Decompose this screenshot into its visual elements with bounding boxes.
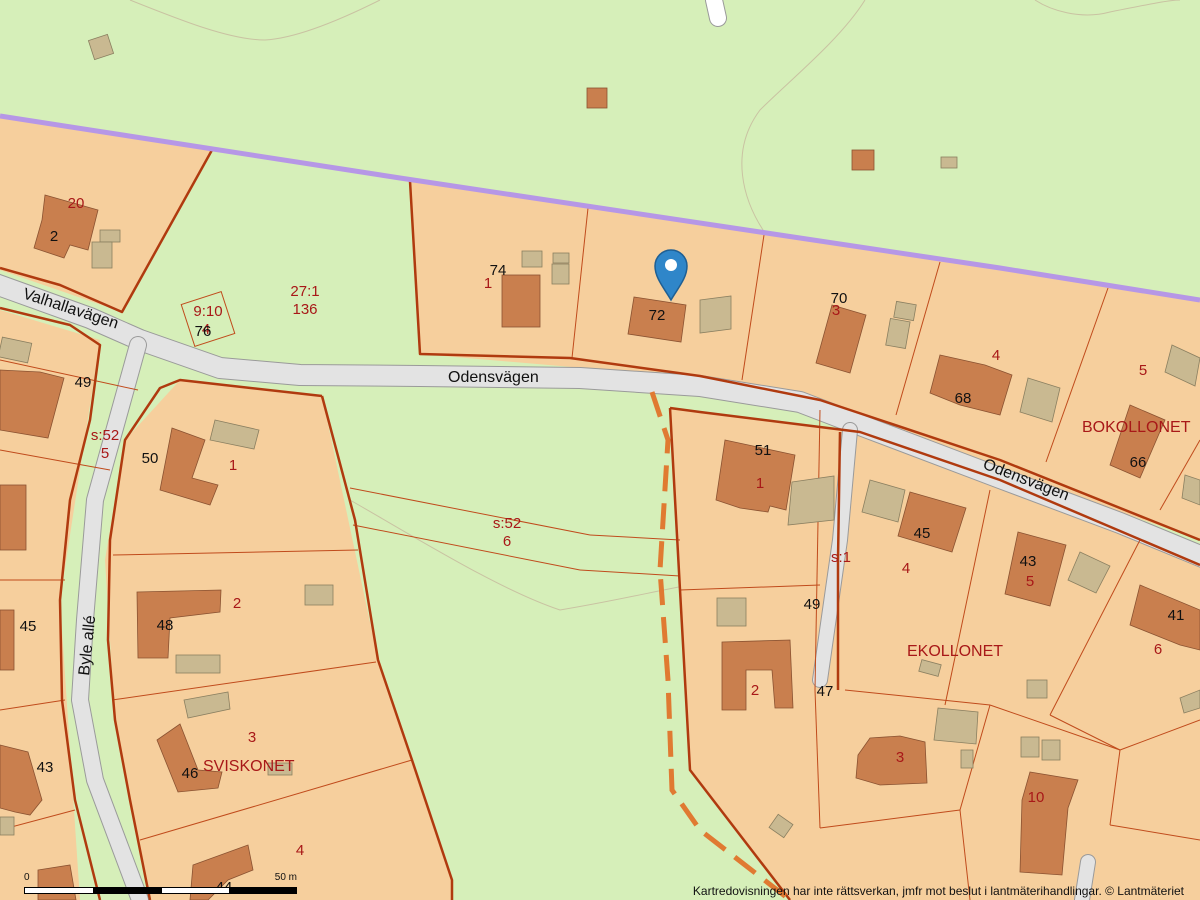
parcel-label: s:1: [831, 549, 851, 566]
parcel-label: 1: [229, 457, 237, 474]
address-label: 49: [75, 374, 92, 391]
parcel-label: 4: [902, 560, 910, 577]
block-label-sviskonet: SVISKONET: [203, 758, 295, 775]
address-label: 49: [804, 596, 821, 613]
address-label: 41: [1168, 607, 1185, 624]
parcel-label: 10: [1028, 789, 1045, 806]
parcel-label: 6: [503, 533, 511, 550]
address-label: 46: [182, 765, 199, 782]
block-label-bokkollonet: BOKOLLONET: [1082, 419, 1191, 436]
parcel-label: 3: [896, 749, 904, 766]
address-label: 51: [755, 442, 772, 459]
address-label: 43: [1020, 553, 1037, 570]
parcel-label: 20: [68, 195, 85, 212]
road-label-odensvagen-west: Odensvägen: [448, 369, 539, 386]
address-label: 50: [142, 450, 159, 467]
scale-segment: [24, 887, 94, 894]
address-label: 72: [649, 307, 666, 324]
parcel-label: 1: [756, 475, 764, 492]
scale-segment: [161, 887, 230, 894]
scale-bar: 0 50 m: [24, 872, 297, 894]
parcel-label: 5: [1139, 362, 1147, 379]
parcel-label: 4: [296, 842, 304, 859]
address-label: 47: [817, 683, 834, 700]
address-label: 2: [50, 228, 58, 245]
parcel-label: s:52: [91, 427, 119, 444]
address-label: 76: [195, 323, 212, 340]
map-canvas[interactable]: Valhallavägen Odensvägen Odensvägen Byle…: [0, 0, 1200, 900]
parcel-label: 5: [1026, 573, 1034, 590]
address-label: 66: [1130, 454, 1147, 471]
address-label: 48: [157, 617, 174, 634]
scale-start-label: 0: [24, 872, 30, 883]
map-attribution: Kartredovisningen har inte rättsverkan, …: [692, 884, 1184, 898]
parcel-label: 136: [292, 301, 317, 318]
address-label: 68: [955, 390, 972, 407]
scale-segment: [229, 887, 297, 894]
address-label: 70: [831, 290, 848, 307]
scale-end-label: 50 m: [274, 872, 297, 883]
address-label: 43: [37, 759, 54, 776]
parcel-label: 5: [101, 445, 109, 462]
parcel-label: 3: [248, 729, 256, 746]
address-label: 45: [20, 618, 37, 635]
parcel-label: 9:10: [193, 303, 222, 320]
parcel-label: 2: [751, 682, 759, 699]
address-label: 45: [914, 525, 931, 542]
parcel-label: 6: [1154, 641, 1162, 658]
block-label-ekollonet: EKOLLONET: [907, 643, 1003, 660]
parcel-label: 2: [233, 595, 241, 612]
scale-segment: [93, 887, 162, 894]
parcel-label: 27:1: [290, 283, 319, 300]
address-label: 74: [490, 262, 507, 279]
parcel-label: 4: [992, 347, 1000, 364]
parcel-label: s:52: [493, 515, 521, 532]
